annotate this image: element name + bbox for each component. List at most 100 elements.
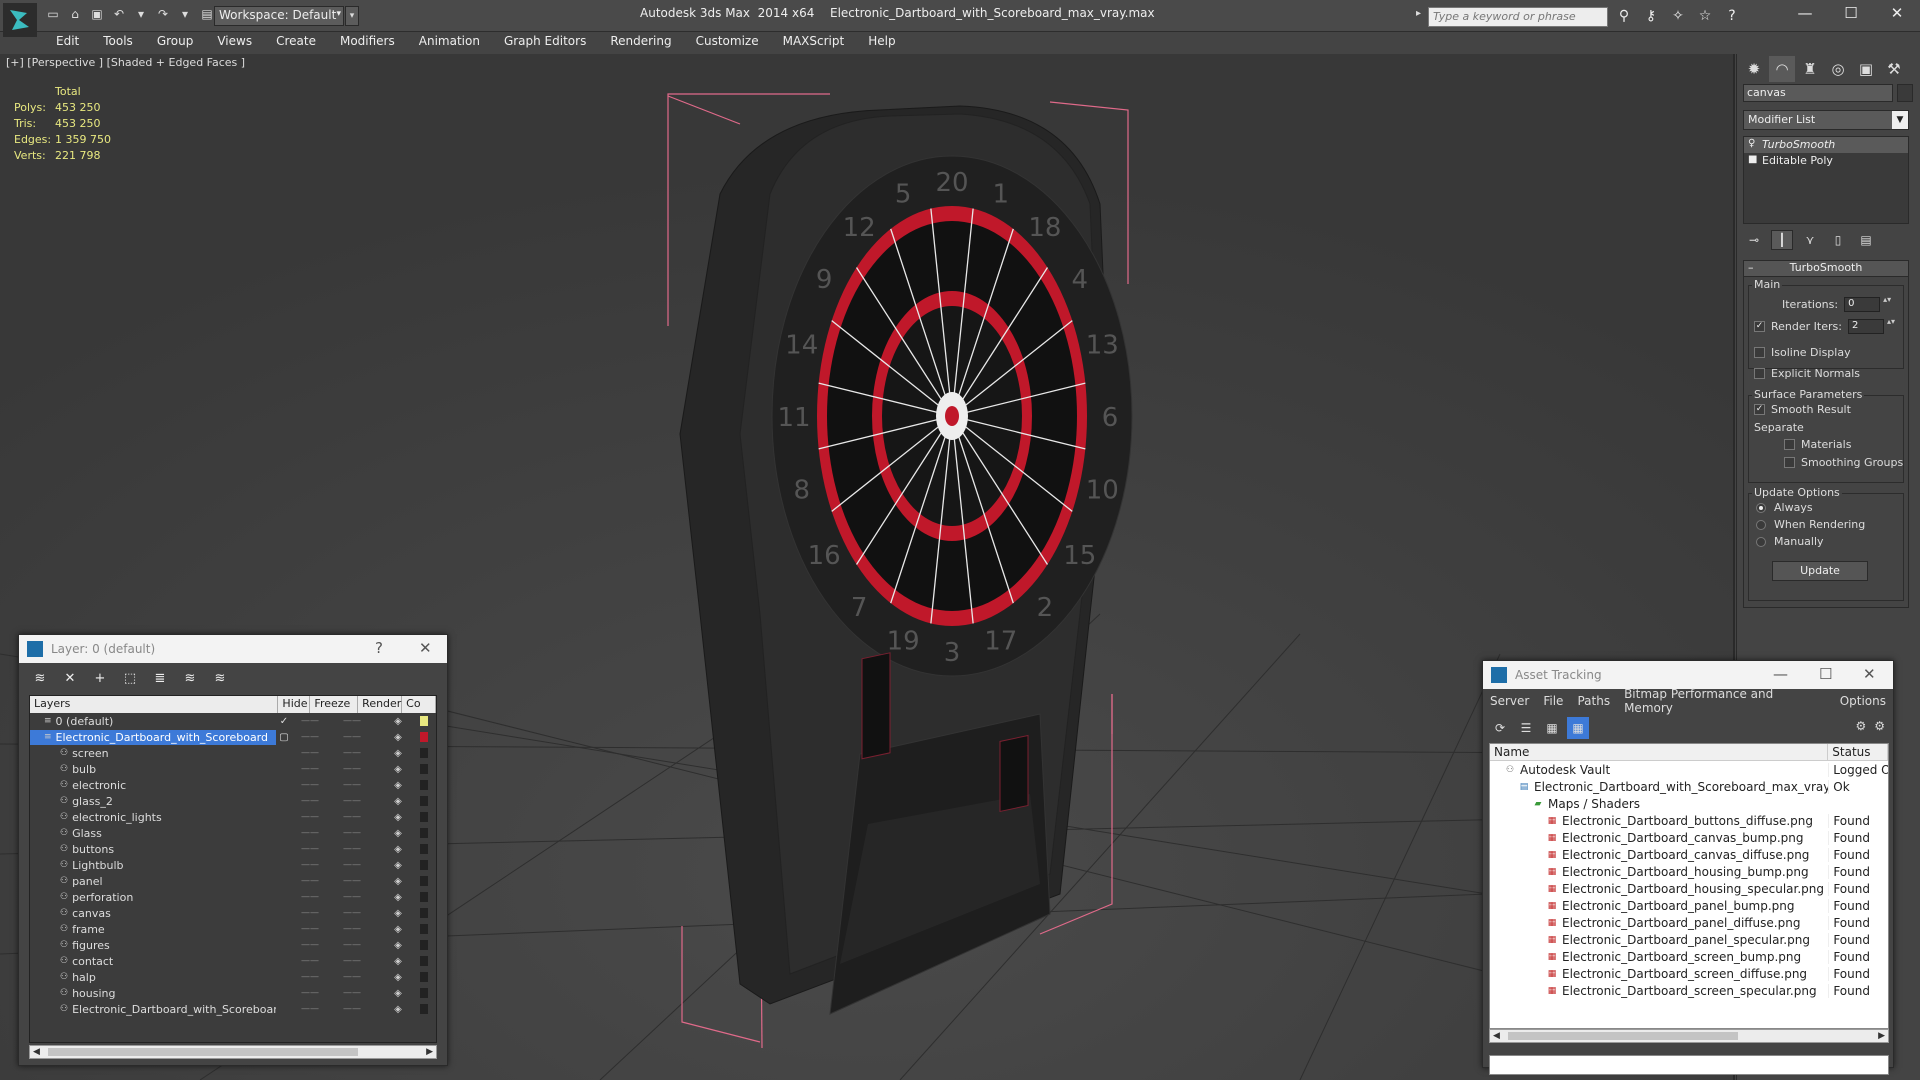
asset-row[interactable]: ▦ Electronic_Dartboard_screen_diffuse.png… [1490, 965, 1888, 982]
asset-row[interactable]: ▦ Electronic_Dartboard_panel_specular.png… [1490, 931, 1888, 948]
layer-row[interactable]: ⚇ bulb —— —— ◈ [30, 761, 436, 777]
hide-toggle[interactable]: —— [292, 940, 328, 950]
search-expand-icon[interactable]: ▸ [1416, 8, 1421, 19]
hide-toggle[interactable]: —— [292, 860, 328, 870]
asset-row[interactable]: ▦ Electronic_Dartboard_screen_bump.png Fou… [1490, 948, 1888, 965]
modifier-stack-item[interactable]: ■ Editable Poly [1744, 153, 1908, 169]
show-end-result-icon[interactable]: ┃ [1771, 230, 1793, 250]
freeze-toggle[interactable]: —— [328, 892, 376, 902]
table-view-icon[interactable]: ▦ [1567, 717, 1589, 739]
hide-toggle[interactable]: —— [292, 924, 328, 934]
subscription-icon[interactable]: ⚷ [1641, 6, 1661, 26]
asset-name-cell[interactable]: ▦ Electronic_Dartboard_panel_diffuse.png [1490, 916, 1828, 930]
update-always-radio[interactable]: Always [1756, 501, 1813, 514]
menu-item-tools[interactable]: Tools [91, 34, 145, 48]
layer-name-cell[interactable]: ≡ Electronic_Dartboard_with_Scoreboard [30, 729, 276, 745]
hide-toggle[interactable]: —— [292, 1004, 328, 1014]
configure-modifier-sets-icon[interactable]: ▤ [1855, 230, 1877, 250]
help-icon[interactable]: ? [375, 639, 383, 657]
render-toggle-icon[interactable]: ◈ [376, 956, 420, 967]
motion-tab-icon[interactable]: ◎ [1825, 56, 1851, 82]
hide-toggle[interactable]: —— [292, 972, 328, 982]
layer-color-swatch[interactable] [420, 876, 428, 886]
render-toggle-icon[interactable]: ◈ [376, 924, 420, 935]
scroll-thumb[interactable] [1508, 1032, 1738, 1040]
asset-name-cell[interactable]: ▦ Electronic_Dartboard_panel_specular.png [1490, 933, 1828, 947]
modify-tab-icon[interactable]: ◠ [1769, 56, 1795, 82]
freeze-toggle[interactable]: —— [328, 732, 376, 742]
hide-toggle[interactable]: —— [292, 780, 328, 790]
workspace-dropdown[interactable]: Workspace: Default ▾ [214, 6, 344, 26]
scroll-right-icon[interactable]: ▶ [1878, 1030, 1885, 1042]
update-button[interactable]: Update [1772, 561, 1868, 581]
asset-name-cell[interactable]: ▦ Electronic_Dartboard_screen_specular.pn… [1490, 984, 1828, 998]
asset-name-cell[interactable]: ⚇ Autodesk Vault [1490, 763, 1828, 777]
layer-name-cell[interactable]: ⚇ halp [30, 970, 276, 985]
layer-name-cell[interactable]: ⚇ screen [30, 746, 276, 761]
hide-toggle[interactable]: —— [292, 956, 328, 966]
col-freeze[interactable]: Freeze [310, 696, 359, 713]
render-toggle-icon[interactable]: ◈ [376, 908, 420, 919]
layer-name-cell[interactable]: ⚇ contact [30, 954, 276, 969]
hide-toggle[interactable]: —— [292, 892, 328, 902]
asset-name-cell[interactable]: ▦ Electronic_Dartboard_housing_bump.png [1490, 865, 1828, 879]
layer-color-swatch[interactable] [420, 956, 428, 966]
menu-item-views[interactable]: Views [205, 34, 264, 48]
menu-item-maxscript[interactable]: MAXScript [771, 34, 857, 48]
asset-menu-server[interactable]: Server [1483, 694, 1536, 708]
render-toggle-icon[interactable]: ◈ [376, 940, 420, 951]
layer-row[interactable]: ⚇ panel —— —— ◈ [30, 873, 436, 889]
layer-color-swatch[interactable] [420, 780, 428, 790]
menu-item-help[interactable]: Help [856, 34, 907, 48]
menu-item-graph-editors[interactable]: Graph Editors [492, 34, 598, 48]
layer-name-cell[interactable]: ⚇ canvas [30, 906, 276, 921]
asset-row[interactable]: ▦ Electronic_Dartboard_panel_diffuse.png F… [1490, 914, 1888, 931]
create-tab-icon[interactable]: ✹ [1741, 56, 1767, 82]
hide-toggle[interactable]: —— [292, 908, 328, 918]
layer-row[interactable]: ⚇ electronic —— —— ◈ [30, 777, 436, 793]
workspace-options-icon[interactable]: ▾ [345, 6, 359, 26]
layer-color-swatch[interactable] [420, 812, 428, 822]
layer-color-swatch[interactable] [420, 1004, 428, 1014]
layer-horizontal-scrollbar[interactable]: ◀ ▶ [29, 1045, 437, 1059]
layer-name-cell[interactable]: ⚇ electronic [30, 778, 276, 793]
render-toggle-icon[interactable]: ◈ [376, 892, 420, 903]
isoline-display-checkbox[interactable]: Isoline Display [1754, 346, 1851, 359]
layer-name-cell[interactable]: ⚇ electronic_lights [30, 810, 276, 825]
smooth-result-checkbox[interactable]: ✓ Smooth Result [1754, 403, 1851, 416]
new-file-icon[interactable]: ▭ [44, 5, 62, 23]
asset-path-field[interactable] [1489, 1055, 1889, 1075]
square-icon[interactable]: ■ [1748, 154, 1757, 165]
utilities-tab-icon[interactable]: ⚒ [1881, 56, 1907, 82]
asset-menu-paths[interactable]: Paths [1570, 694, 1617, 708]
asset-row[interactable]: ▦ Electronic_Dartboard_canvas_bump.png Fou… [1490, 829, 1888, 846]
add-to-layer-icon[interactable]: + [89, 667, 111, 689]
asset-row[interactable]: ▰ Maps / Shaders [1490, 795, 1888, 812]
layer-color-swatch[interactable] [420, 716, 428, 726]
create-layer-icon[interactable]: ≋ [29, 667, 51, 689]
layer-color-swatch[interactable] [420, 764, 428, 774]
asset-name-cell[interactable]: ▦ Electronic_Dartboard_housing_specular.p… [1490, 882, 1828, 896]
list-view-icon[interactable]: ☰ [1515, 717, 1537, 739]
layer-color-swatch[interactable] [420, 796, 428, 806]
lightbulb-icon[interactable]: ♀ [1748, 138, 1755, 149]
thumbnail-view-icon[interactable]: ▦ [1541, 717, 1563, 739]
scroll-left-icon[interactable]: ◀ [33, 1046, 40, 1058]
maximize-icon[interactable]: ☐ [1828, 0, 1874, 26]
menu-item-create[interactable]: Create [264, 34, 328, 48]
asset-name-cell[interactable]: ▦ Electronic_Dartboard_canvas_bump.png [1490, 831, 1828, 845]
render-toggle-icon[interactable]: ◈ [376, 972, 420, 983]
layer-name-cell[interactable]: ⚇ Electronic_Dartboard_with_Scoreboard [30, 1002, 276, 1017]
scroll-left-icon[interactable]: ◀ [1493, 1030, 1500, 1042]
asset-row[interactable]: ▤ Electronic_Dartboard_with_Scoreboard_ma… [1490, 778, 1888, 795]
render-toggle-icon[interactable]: ◈ [376, 780, 420, 791]
render-toggle-icon[interactable]: ◈ [376, 748, 420, 759]
layer-row[interactable]: ⚇ screen —— —— ◈ [30, 745, 436, 761]
asset-name-cell[interactable]: ▦ Electronic_Dartboard_screen_bump.png [1490, 950, 1828, 964]
modifier-stack-item[interactable]: ♀ TurboSmooth [1744, 137, 1908, 153]
binoculars-icon[interactable]: ⚲ [1614, 6, 1634, 26]
asset-row[interactable]: ▦ Electronic_Dartboard_housing_specular.p… [1490, 880, 1888, 897]
freeze-toggle[interactable]: —— [328, 828, 376, 838]
menu-item-rendering[interactable]: Rendering [598, 34, 683, 48]
asset-name-cell[interactable]: ▦ Electronic_Dartboard_screen_diffuse.png [1490, 967, 1828, 981]
